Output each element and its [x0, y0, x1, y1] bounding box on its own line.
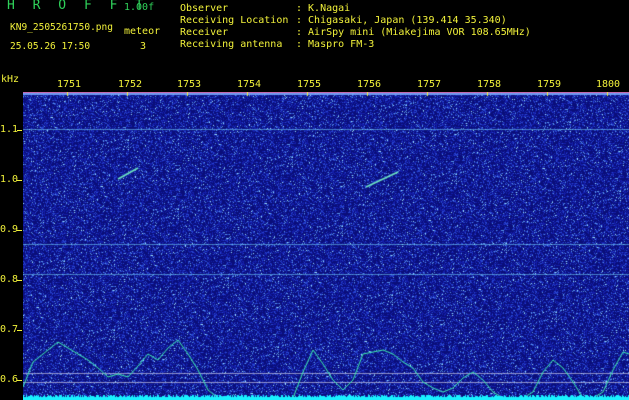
y-axis-unit: kHz — [1, 74, 20, 85]
location-value: : Chigasaki, Japan (139.414 35.340) — [296, 15, 507, 26]
time-tick-1758: 1758 — [477, 79, 502, 90]
time-tick-1756: 1756 — [357, 79, 382, 90]
freq-tick-0.8 — [17, 280, 22, 281]
meteor-label: meteor — [124, 26, 161, 37]
meteor-count: 3 — [140, 41, 147, 52]
freq-tick-0.6 — [17, 380, 22, 381]
time-tick-1800: 1800 — [596, 79, 621, 90]
observer-key: Observer — [180, 3, 229, 14]
time-tick-1759: 1759 — [537, 79, 562, 90]
time-tick-1753: 1753 — [177, 79, 202, 90]
freq-tick-1.1 — [17, 130, 22, 131]
freq-tick-0.7 — [17, 330, 22, 331]
app-version: 1.00f — [124, 2, 155, 13]
time-tick-1751: 1751 — [57, 79, 82, 90]
observer-value: : K.Nagai — [296, 3, 351, 14]
location-key: Receiving Location — [180, 15, 289, 26]
time-tick-1757: 1757 — [417, 79, 442, 90]
file-name: KN9_2505261750.png — [10, 22, 113, 33]
antenna-key: Receiving antenna — [180, 39, 283, 50]
header-panel: H R O F F T 1.00f KN9_2505261750.png met… — [0, 0, 629, 90]
receiver-value: : AirSpy mini (Miakejima VOR 108.65MHz) — [296, 27, 531, 38]
spectrogram-waterfall — [23, 92, 629, 400]
time-tick-1755: 1755 — [297, 79, 322, 90]
time-tick-1752: 1752 — [118, 79, 143, 90]
freq-tick-0.9 — [17, 230, 22, 231]
antenna-value: : Maspro FM-3 — [296, 39, 375, 50]
capture-datetime: 25.05.26 17:50 — [10, 41, 91, 52]
time-tick-1754: 1754 — [237, 79, 262, 90]
freq-tick-1.0 — [17, 180, 22, 181]
receiver-key: Receiver — [180, 27, 229, 38]
